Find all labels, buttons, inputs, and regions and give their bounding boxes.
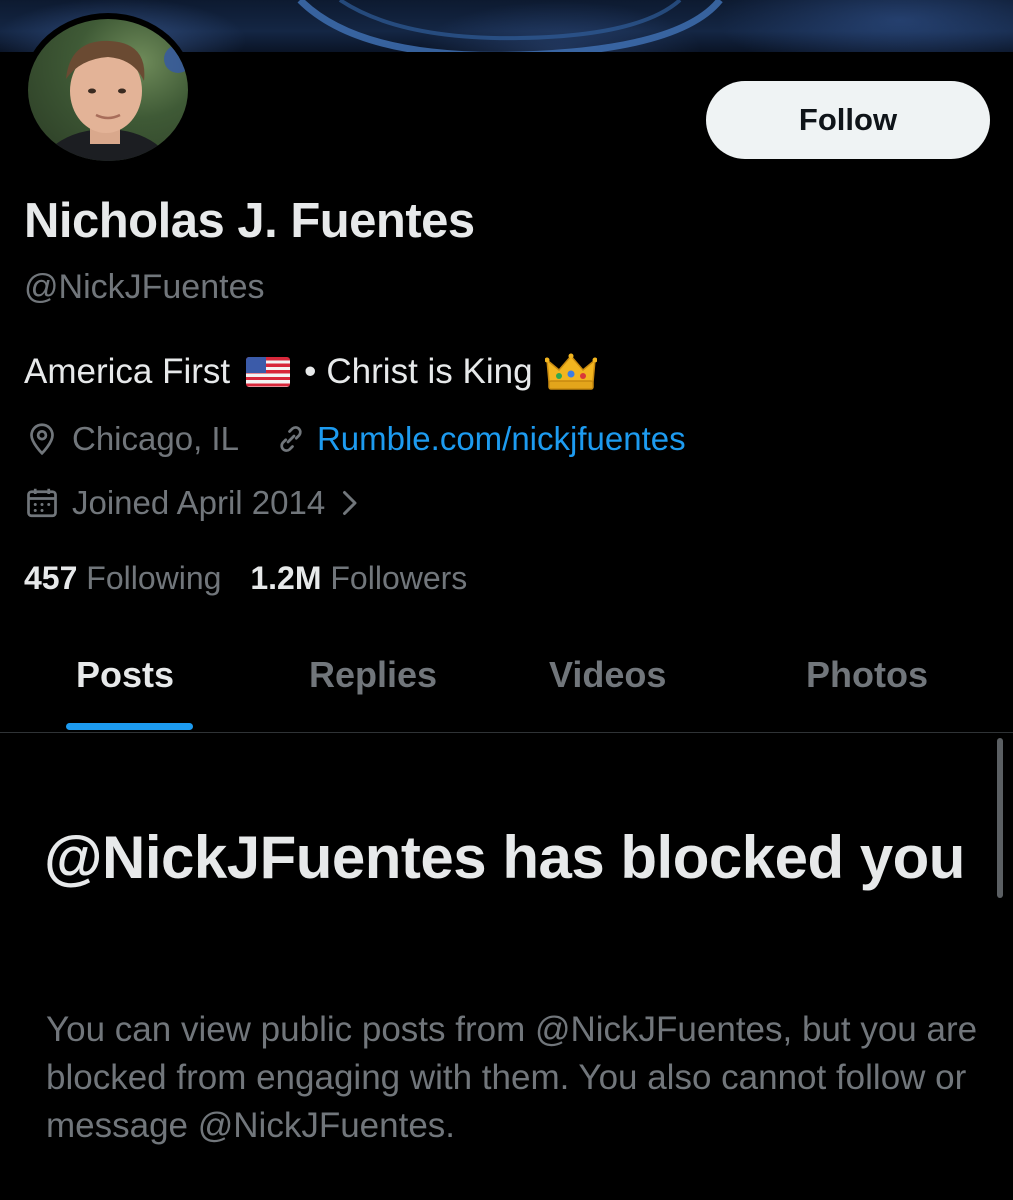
following-stat[interactable]: 457 Following	[24, 560, 230, 596]
location-pin-icon	[30, 423, 54, 456]
bio: America First • Christ is King	[24, 352, 597, 392]
profile-tabs: Posts Replies Videos Photos	[0, 640, 1013, 733]
followers-stat[interactable]: 1.2M Followers	[250, 560, 467, 596]
blocked-description: You can view public posts from @NickJFue…	[46, 1010, 978, 1145]
joined-text[interactable]: Joined April 2014	[72, 484, 325, 522]
calendar-icon	[27, 488, 57, 518]
tab-replies[interactable]: Replies	[309, 654, 437, 696]
link-icon	[280, 426, 302, 452]
follow-stats: 457 Following 1.2M Followers	[24, 560, 467, 597]
tab-posts[interactable]: Posts	[76, 654, 174, 696]
follow-button[interactable]: Follow	[706, 81, 990, 159]
following-count: 457	[24, 560, 78, 596]
bio-text-part2: Christ is King	[326, 352, 533, 391]
chevron-right-icon[interactable]	[335, 485, 363, 521]
display-name: Nicholas J. Fuentes	[24, 194, 475, 248]
bio-text-part1: America First	[24, 352, 231, 391]
active-tab-indicator	[66, 723, 193, 730]
following-label: Following	[86, 560, 222, 596]
blocked-title: @NickJFuentes has blocked you	[44, 824, 965, 891]
location-link-row: Chicago, IL Rumble.com/nickjfuentes	[24, 420, 686, 458]
followers-label: Followers	[330, 560, 468, 596]
bio-separator: •	[304, 352, 317, 391]
website-link[interactable]: Rumble.com/nickjfuentes	[317, 420, 686, 458]
avatar[interactable]	[22, 13, 194, 167]
joined-row: Joined April 2014	[24, 484, 363, 522]
avatar-photo	[28, 19, 188, 161]
tab-videos[interactable]: Videos	[549, 654, 666, 696]
scrollbar[interactable]	[997, 738, 1003, 898]
handle: @NickJFuentes	[24, 268, 265, 306]
followers-count: 1.2M	[250, 560, 322, 596]
location-text: Chicago, IL	[72, 420, 239, 457]
crown-icon	[544, 353, 597, 390]
tab-photos[interactable]: Photos	[806, 654, 928, 696]
us-flag-icon	[246, 357, 291, 387]
